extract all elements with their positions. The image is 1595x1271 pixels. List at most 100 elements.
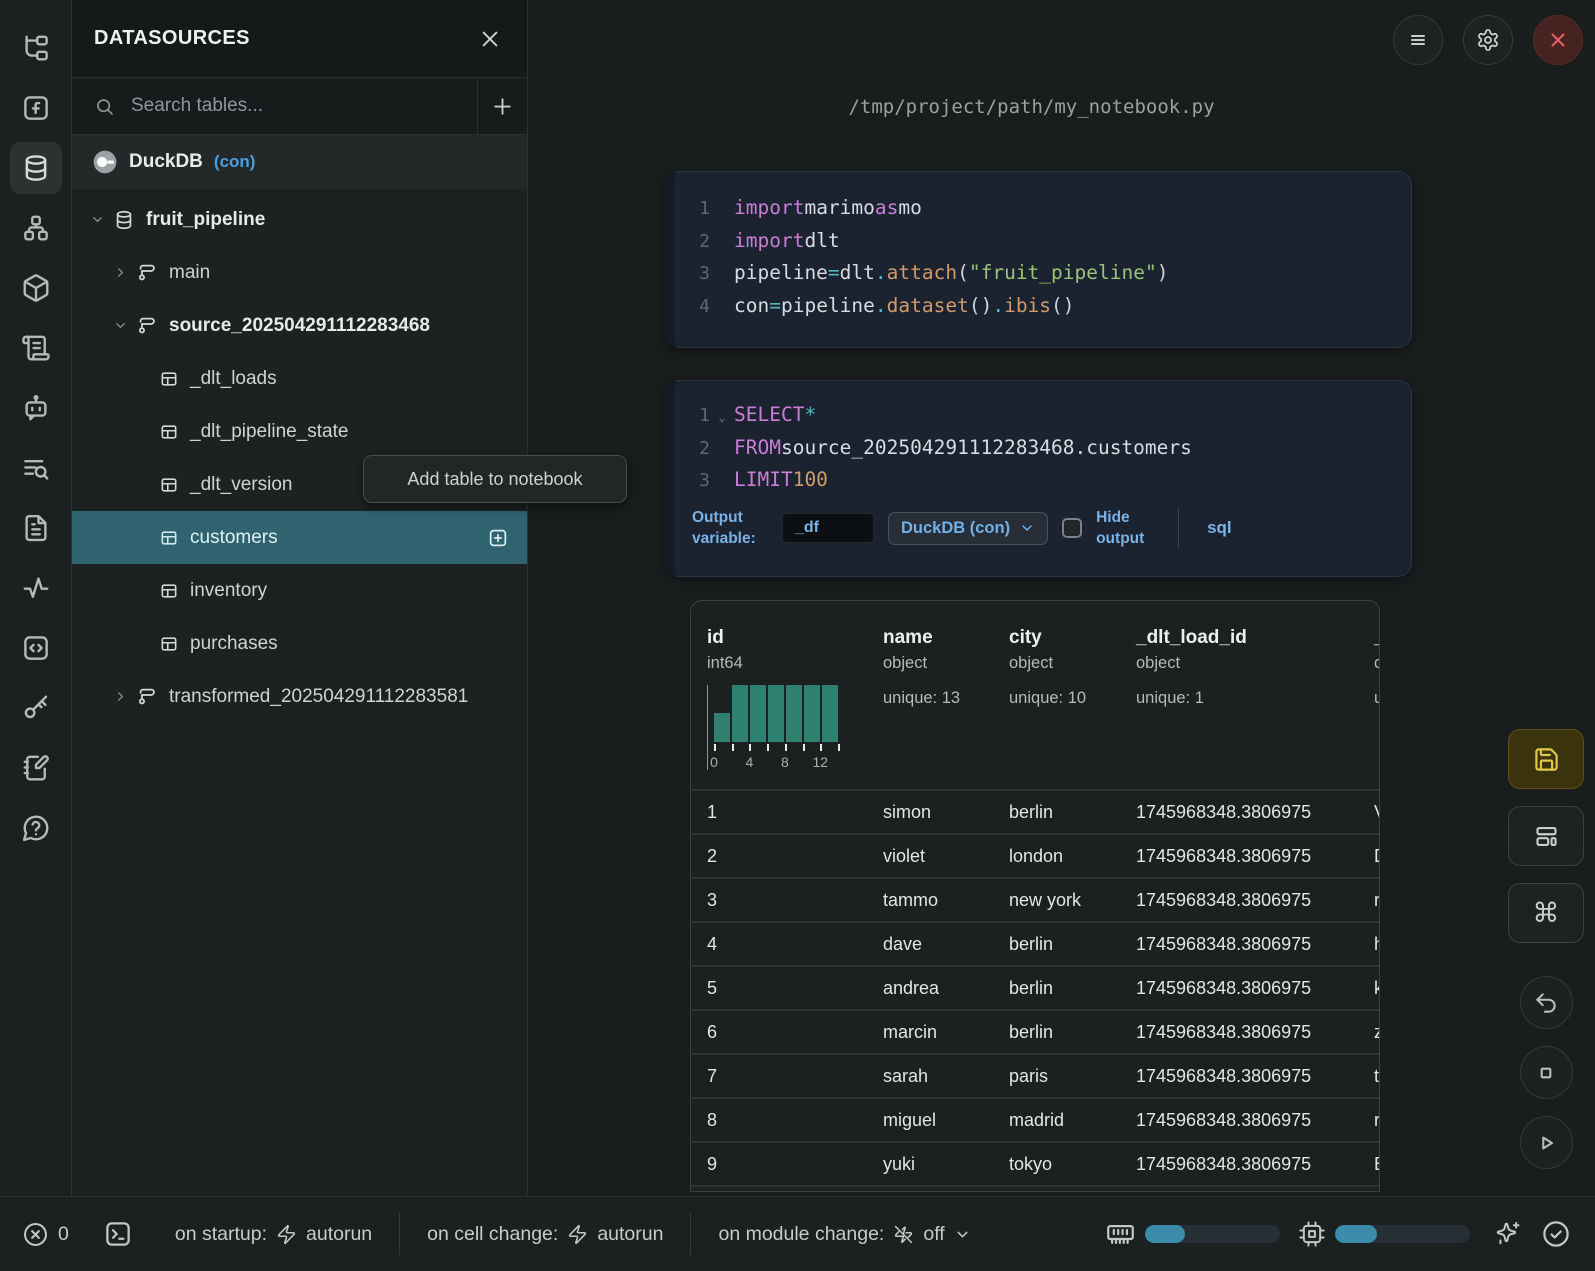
chevron-down-icon[interactable] xyxy=(90,212,105,227)
close-panel-icon[interactable] xyxy=(479,28,501,50)
rail-item-file-tree[interactable] xyxy=(10,22,62,74)
chevron-right-icon[interactable] xyxy=(113,689,128,704)
rail-item-ai-chat[interactable] xyxy=(10,382,62,434)
python-code-cell[interactable]: 1import marimo as mo2import dlt3pipeline… xyxy=(665,171,1412,348)
table-cell: 9 xyxy=(691,1154,867,1175)
table-icon xyxy=(159,475,179,495)
rail-item-documentation[interactable] xyxy=(10,502,62,554)
marimo-app-window: DATASOURCES DuckDB (con) fruit_pipelinem… xyxy=(0,0,1595,1271)
on-module-change-toggle[interactable]: on module change: off xyxy=(718,1223,970,1246)
table-cell: D xyxy=(1360,846,1379,867)
table-row[interactable]: 7sarahparis1745968348.3806975t xyxy=(691,1053,1379,1097)
layout-toggle-button[interactable] xyxy=(1508,806,1584,866)
code-line[interactable]: 3LIMIT 100 xyxy=(674,464,1411,497)
datasources-icon xyxy=(21,153,51,183)
table-cell: sarah xyxy=(867,1066,993,1087)
add-datasource-button[interactable] xyxy=(477,78,527,134)
packages-icon xyxy=(21,273,51,303)
table-cell: madrid xyxy=(993,1110,1120,1131)
table-row[interactable]: 4daveberlin1745968348.3806975h xyxy=(691,921,1379,965)
code-line[interactable]: 4con = pipeline.dataset().ibis() xyxy=(674,290,1411,323)
tree-item-label: purchases xyxy=(190,633,278,655)
save-icon xyxy=(1533,746,1560,773)
rail-item-dependency-graph[interactable] xyxy=(10,202,62,254)
line-number: 1 xyxy=(694,400,710,433)
code-line[interactable]: 2FROM source_202504291112283468.customer… xyxy=(674,432,1411,465)
rail-item-scratchpad[interactable] xyxy=(10,742,62,794)
connection-name: DuckDB xyxy=(129,151,203,173)
terminal-button[interactable] xyxy=(103,1219,133,1249)
tree-item-main[interactable]: main xyxy=(72,246,527,299)
status-bar-right xyxy=(1105,1219,1571,1250)
sql-editor[interactable]: 1⌄SELECT *2FROM source_20250429111228346… xyxy=(674,399,1411,497)
table-row[interactable]: 9yukitokyo1745968348.3806975B xyxy=(691,1141,1379,1185)
add-table-to-notebook-button[interactable] xyxy=(487,527,509,549)
table-cell: berlin xyxy=(993,802,1120,823)
tree-item-_dlt_loads[interactable]: _dlt_loads xyxy=(72,352,527,405)
table-row[interactable]: 5andreaberlin1745968348.3806975k xyxy=(691,965,1379,1009)
errors-indicator[interactable]: 0 xyxy=(22,1221,69,1248)
histogram-axis xyxy=(714,743,838,752)
table-cell: 1745968348.3806975 xyxy=(1120,978,1360,999)
settings-button[interactable] xyxy=(1463,15,1513,65)
code-line[interactable]: 1⌄SELECT * xyxy=(674,399,1411,432)
engine-select[interactable]: DuckDB (con) xyxy=(888,512,1048,545)
table-row[interactable]: 8miguelmadrid1745968348.3806975r xyxy=(691,1097,1379,1141)
table-cell: 1745968348.3806975 xyxy=(1120,802,1360,823)
rail-item-datasources[interactable] xyxy=(10,142,62,194)
tree-item-customers[interactable]: customers xyxy=(72,511,527,564)
sql-output-config-row: Output variable: DuckDB (con) Hide outpu… xyxy=(692,507,1411,550)
tree-item-transformed_202504291112283581[interactable]: transformed_202504291112283581 xyxy=(72,670,527,723)
histogram-bar xyxy=(786,685,802,742)
rail-item-errors-explorer[interactable] xyxy=(10,442,62,494)
tree-item-inventory[interactable]: inventory xyxy=(72,564,527,617)
table-row[interactable]: 6marcinberlin1745968348.3806975z xyxy=(691,1009,1379,1053)
table-row[interactable]: 2violetlondon1745968348.3806975D xyxy=(691,833,1379,877)
fold-chevron-icon[interactable]: ⌄ xyxy=(710,401,734,434)
connection-row-duckdb[interactable]: DuckDB (con) xyxy=(72,135,527,189)
menu-button[interactable] xyxy=(1393,15,1443,65)
tree-item-purchases[interactable]: purchases xyxy=(72,617,527,670)
code-line[interactable]: 3pipeline = dlt.attach("fruit_pipeline") xyxy=(674,257,1411,290)
functions-icon xyxy=(21,93,51,123)
notebook-area: /tmp/project/path/my_notebook.py 1import… xyxy=(528,0,1595,1196)
code-token: con xyxy=(734,290,769,323)
run-button[interactable] xyxy=(1520,1116,1573,1169)
rail-item-secrets[interactable] xyxy=(10,682,62,734)
on-startup-toggle[interactable]: on startup: autorun xyxy=(175,1223,372,1246)
rail-item-logs[interactable] xyxy=(10,322,62,374)
activity-rail xyxy=(0,0,72,1196)
tree-item-fruit_pipeline[interactable]: fruit_pipeline xyxy=(72,193,527,246)
status-check-icon[interactable] xyxy=(1541,1219,1571,1249)
sql-code-cell[interactable]: 1⌄SELECT *2FROM source_20250429111228346… xyxy=(665,380,1412,577)
rail-item-help[interactable] xyxy=(10,802,62,854)
shutdown-button[interactable] xyxy=(1533,15,1583,65)
search-tables-input[interactable] xyxy=(129,94,477,118)
table-icon xyxy=(159,528,179,548)
on-cell-change-toggle[interactable]: on cell change: autorun xyxy=(427,1223,663,1246)
rail-item-snippets[interactable] xyxy=(10,622,62,674)
hide-output-checkbox[interactable] xyxy=(1062,518,1082,538)
divider xyxy=(1178,508,1179,548)
rail-item-functions[interactable] xyxy=(10,82,62,134)
save-button[interactable] xyxy=(1508,729,1584,789)
code-line[interactable]: 1import marimo as mo xyxy=(674,192,1411,225)
table-row[interactable]: 3tammonew york1745968348.3806975r xyxy=(691,877,1379,921)
rail-item-runtime-activity[interactable] xyxy=(10,562,62,614)
tree-item-source_202504291112283468[interactable]: source_202504291112283468 xyxy=(72,299,527,352)
table-icon xyxy=(159,634,179,654)
logs-icon xyxy=(21,333,51,363)
chevron-right-icon[interactable] xyxy=(113,265,128,280)
output-variable-input[interactable] xyxy=(782,513,874,543)
ai-sparkles-icon[interactable] xyxy=(1494,1220,1522,1248)
table-icon xyxy=(159,422,179,442)
stop-button[interactable] xyxy=(1520,1046,1573,1099)
connection-variable: (con) xyxy=(214,152,256,172)
undo-button[interactable] xyxy=(1520,976,1573,1029)
rail-item-packages[interactable] xyxy=(10,262,62,314)
table-row[interactable]: 1simonberlin1745968348.3806975V xyxy=(691,789,1379,833)
keyboard-shortcuts-button[interactable]: ⌘ xyxy=(1508,883,1584,943)
tree-item-_dlt_pipeline_state[interactable]: _dlt_pipeline_state xyxy=(72,405,527,458)
chevron-down-icon[interactable] xyxy=(113,318,128,333)
code-line[interactable]: 2import dlt xyxy=(674,225,1411,258)
